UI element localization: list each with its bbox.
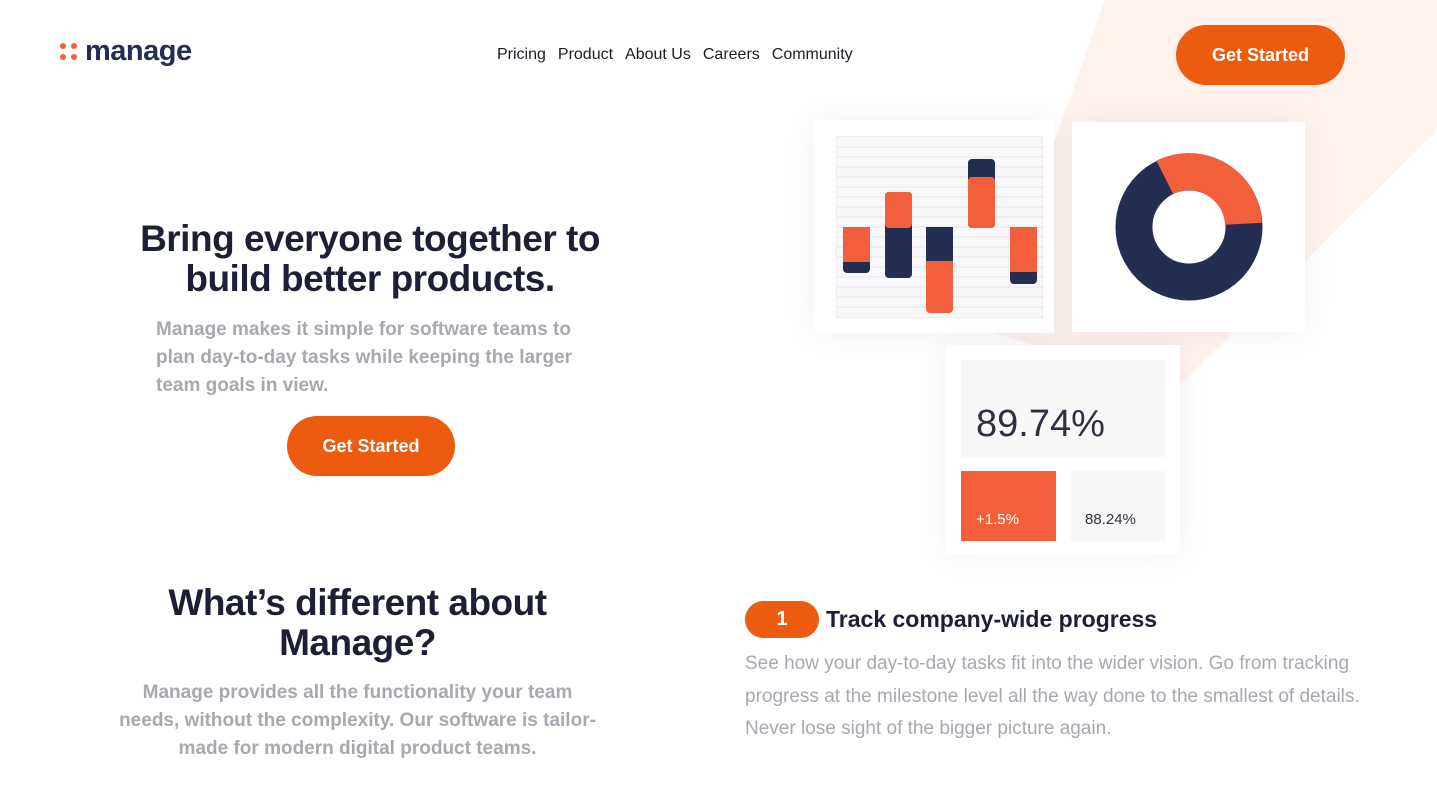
- hero-title: Bring everyone together to build better …: [140, 218, 600, 299]
- feature-description: See how your day-to-day tasks fit into t…: [745, 653, 1360, 739]
- nav-about-us[interactable]: About Us: [625, 45, 691, 65]
- feature-title: Track company-wide progress: [826, 606, 1158, 632]
- stat-change-box: +1.5%: [961, 471, 1056, 541]
- logo-text: manage: [85, 35, 192, 67]
- logo[interactable]: manage: [60, 36, 192, 66]
- different-description: Manage provides all the functionality yo…: [119, 682, 596, 759]
- donut-chart-card: [1072, 122, 1305, 332]
- donut-chart-graphic: [1115, 153, 1263, 301]
- header-get-started-button[interactable]: Get Started: [1176, 25, 1345, 85]
- stats-card: 89.74% +1.5% 88.24%: [946, 345, 1180, 555]
- hero-get-started-button[interactable]: Get Started: [287, 416, 455, 476]
- nav-community[interactable]: Community: [772, 45, 853, 65]
- bar-chart-area: [836, 136, 1044, 318]
- feature-number-badge: 1: [745, 601, 819, 638]
- stat-secondary-value: 88.24%: [1085, 511, 1136, 528]
- different-title: What’s different about Manage?: [168, 582, 547, 663]
- main-nav: Pricing Product About Us Careers Communi…: [497, 45, 853, 65]
- bar-chart-card: [814, 120, 1054, 333]
- dots-logo-icon: [60, 42, 77, 60]
- bar-chart-graphic: [837, 146, 1044, 313]
- stat-main-value: 89.74%: [976, 403, 1105, 445]
- stat-secondary-box: 88.24%: [1070, 471, 1165, 541]
- stat-change-value: +1.5%: [976, 511, 1019, 528]
- stat-main-box: 89.74%: [961, 360, 1165, 457]
- nav-careers[interactable]: Careers: [703, 45, 760, 65]
- hero-description: Manage makes it simple for software team…: [156, 319, 573, 396]
- nav-pricing[interactable]: Pricing: [497, 45, 546, 65]
- nav-product[interactable]: Product: [558, 45, 613, 65]
